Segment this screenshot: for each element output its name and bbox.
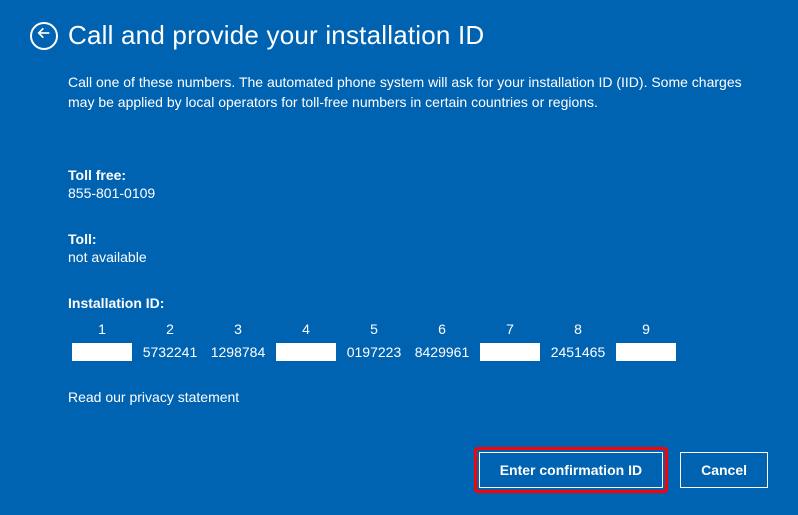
toll-label: Toll: [68, 231, 748, 247]
id-segment: 5732241 [136, 343, 204, 361]
installation-id-label: Installation ID: [68, 295, 748, 311]
privacy-statement-link[interactable]: Read our privacy statement [68, 389, 239, 405]
id-col-header: 9 [612, 321, 680, 337]
id-segment: 8429961 [408, 343, 476, 361]
id-col-header: 4 [272, 321, 340, 337]
toll-free-label: Toll free: [68, 167, 748, 183]
id-col-header: 7 [476, 321, 544, 337]
page-title: Call and provide your installation ID [68, 20, 484, 51]
id-segment: 0197223 [340, 343, 408, 361]
id-col-header: 1 [68, 321, 136, 337]
highlight-annotation: Enter confirmation ID [474, 447, 668, 493]
id-segment: 1298784 [204, 343, 272, 361]
id-col-header: 3 [204, 321, 272, 337]
id-segment: 2451465 [544, 343, 612, 361]
id-segment-redacted [616, 343, 676, 361]
id-col-header: 6 [408, 321, 476, 337]
back-arrow-icon [36, 25, 52, 46]
id-col-header: 2 [136, 321, 204, 337]
installation-id-headers: 1 2 3 4 5 6 7 8 9 [68, 321, 680, 343]
id-segment-redacted [276, 343, 336, 361]
id-col-header: 5 [340, 321, 408, 337]
id-col-header: 8 [544, 321, 612, 337]
id-segment-redacted [72, 343, 132, 361]
toll-free-section: Toll free: 855-801-0109 [68, 167, 748, 201]
installation-id-values: 5732241 1298784 0197223 8429961 2451465 [68, 343, 680, 361]
installation-id-section: Installation ID: 1 2 3 4 5 6 7 8 9 57322… [68, 295, 748, 361]
toll-value: not available [68, 249, 748, 265]
back-button[interactable] [30, 22, 58, 50]
enter-confirmation-id-button[interactable]: Enter confirmation ID [479, 452, 663, 488]
instruction-text: Call one of these numbers. The automated… [68, 73, 748, 112]
toll-free-number: 855-801-0109 [68, 185, 748, 201]
cancel-button[interactable]: Cancel [680, 452, 768, 488]
toll-section: Toll: not available [68, 231, 748, 265]
id-segment-redacted [480, 343, 540, 361]
